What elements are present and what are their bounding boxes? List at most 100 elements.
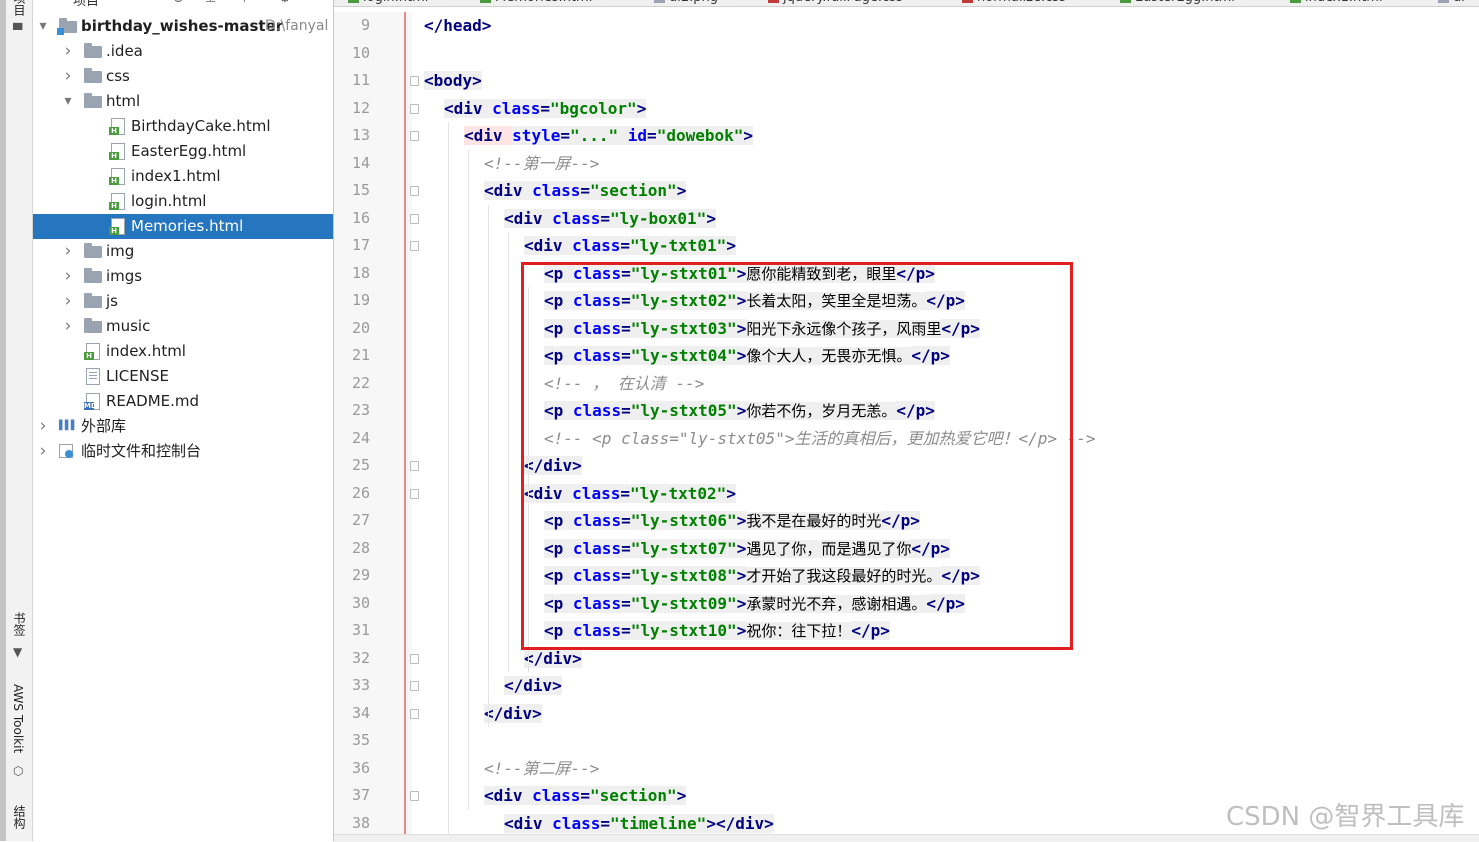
- line-number: 9: [360, 16, 370, 34]
- locate-icon[interactable]: ⊕: [173, 0, 184, 6]
- tree-item[interactable]: H BirthdayCake.html: [33, 114, 333, 139]
- code-token-punc: =: [600, 813, 610, 833]
- tree-item[interactable]: H EasterEgg.html: [33, 139, 333, 164]
- collapse-icon[interactable]: ⊥: [205, 0, 216, 6]
- close-icon[interactable]: ✕: [1241, 0, 1249, 4]
- close-icon[interactable]: ✕: [909, 0, 917, 4]
- editor-tab[interactable]: ui2.png ✕: [654, 0, 732, 6]
- close-icon[interactable]: ✕: [1072, 0, 1080, 4]
- editor-tab[interactable]: jquery.fullPage.css ✕: [768, 0, 917, 6]
- tree-item[interactable]: H Memories.html: [33, 214, 333, 239]
- line-number: 22: [351, 373, 370, 392]
- code-token-tag: >: [636, 98, 647, 118]
- tree-item[interactable]: › css: [33, 64, 333, 89]
- tree-item[interactable]: Hindex1.html: [33, 164, 333, 189]
- tree-item-label: js: [106, 292, 118, 310]
- code-line[interactable]: <div class="section">: [484, 177, 687, 205]
- code-line[interactable]: <div style="..." id="dowebok">: [464, 122, 754, 150]
- tree-item-label: imgs: [106, 267, 143, 285]
- fold-marker-icon[interactable]: [410, 241, 419, 251]
- line-number: 35: [351, 731, 370, 749]
- settings-icon[interactable]: ⚙: [279, 0, 291, 6]
- strip-accent-bar: [0, 0, 6, 841]
- fold-marker-icon[interactable]: [410, 461, 419, 471]
- chevron-down-icon[interactable]: ▾: [37, 14, 49, 39]
- fold-marker-icon[interactable]: [410, 791, 419, 801]
- editor-tab[interactable]: Memories.html ✕: [480, 0, 607, 6]
- tree-item[interactable]: MD README.md: [33, 389, 333, 414]
- project-tool-button[interactable]: 项目: [11, 0, 28, 16]
- aws-toolkit-tool-button[interactable]: AWS Toolkit: [11, 684, 25, 753]
- gutter-separator: [404, 12, 406, 841]
- chevron-right-icon[interactable]: ›: [37, 439, 49, 464]
- folder-icon: [84, 268, 102, 283]
- html-file-icon: H: [109, 168, 125, 185]
- code-line[interactable]: <body>: [424, 67, 482, 95]
- project-title: 项目: [73, 0, 100, 9]
- chevron-right-icon[interactable]: ›: [62, 264, 74, 289]
- bookmarks-tool-button[interactable]: 书签: [11, 612, 28, 636]
- tree-item[interactable]: ▾ html: [33, 89, 333, 114]
- close-icon[interactable]: ✕: [1471, 0, 1479, 4]
- editor-tab[interactable]: EasterEgg.html ✕: [1120, 0, 1249, 6]
- fold-marker-icon[interactable]: [410, 76, 419, 86]
- fold-marker-icon[interactable]: [410, 681, 419, 691]
- chevron-right-icon[interactable]: ›: [62, 39, 74, 64]
- code-line[interactable]: </head>: [424, 12, 491, 40]
- editor-tab[interactable]: login.html ✕: [348, 0, 443, 6]
- close-icon[interactable]: ✕: [598, 0, 606, 4]
- tree-item[interactable]: Hindex.html: [33, 339, 333, 364]
- line-number: 32: [351, 648, 370, 667]
- tree-item[interactable]: LICENSE: [33, 364, 333, 389]
- close-icon[interactable]: ✕: [434, 0, 442, 4]
- tree-item[interactable]: ▾ birthday_wishes-master D:\fanyal: [33, 14, 333, 39]
- tree-item[interactable]: Hlogin.html: [33, 189, 333, 214]
- chevron-right-icon[interactable]: ›: [62, 289, 74, 314]
- chevron-down-icon[interactable]: ▾: [62, 89, 74, 114]
- close-icon[interactable]: ✕: [1389, 0, 1397, 4]
- tree-item-label: EasterEgg.html: [131, 142, 247, 160]
- code-line[interactable]: <div class="bgcolor">: [444, 95, 647, 123]
- fold-marker-icon[interactable]: [410, 186, 419, 196]
- code-line[interactable]: <!--第一屏-->: [484, 150, 599, 178]
- line-number: 15: [351, 181, 370, 199]
- fold-marker-icon[interactable]: [410, 708, 419, 719]
- close-icon[interactable]: ✕: [724, 0, 732, 4]
- fold-marker-icon[interactable]: [410, 213, 419, 224]
- tree-item[interactable]: › imgs: [33, 264, 333, 289]
- tree-item[interactable]: › js: [33, 289, 333, 314]
- code-line[interactable]: </div>: [504, 672, 562, 700]
- code-line[interactable]: <div class="timeline"></div>: [504, 810, 774, 838]
- scratch-badge-icon: [65, 450, 73, 458]
- tool-window-strip: 项目 ▀ 书签 ▼ AWS Toolkit ⬡ 结构: [0, 0, 33, 841]
- editor-tab[interactable]: di ✕: [1438, 0, 1479, 6]
- editor-tab[interactable]: normalize.css ✕: [962, 0, 1080, 6]
- tree-item[interactable]: › 临时文件和控制台: [33, 439, 333, 464]
- editor-tab[interactable]: index1.html ✕: [1290, 0, 1397, 6]
- code-line[interactable]: <div class="ly-txt01">: [524, 232, 736, 260]
- bookmark-icon: ▼: [13, 645, 23, 659]
- chevron-right-icon[interactable]: ›: [37, 414, 49, 439]
- structure-tool-button[interactable]: 结构: [11, 805, 28, 829]
- tree-item[interactable]: › ▌▌▌ 外部库: [33, 414, 333, 439]
- tree-item[interactable]: › music: [33, 314, 333, 339]
- fold-marker-icon[interactable]: [410, 103, 419, 114]
- code-token-val: "dowebok": [656, 126, 744, 145]
- tree-item[interactable]: › img: [33, 239, 333, 264]
- chevron-right-icon[interactable]: ›: [62, 239, 74, 264]
- img-file-icon: [1438, 0, 1449, 3]
- chevron-right-icon[interactable]: ›: [62, 64, 74, 89]
- fold-marker-icon[interactable]: [410, 131, 419, 141]
- line-number: 21: [351, 346, 370, 364]
- fold-marker-icon[interactable]: [410, 653, 419, 664]
- code-line[interactable]: <div class="ly-box01">: [504, 205, 716, 233]
- code-line[interactable]: <!--第二屏-->: [484, 755, 599, 783]
- tree-item-label: img: [106, 242, 135, 260]
- code-line[interactable]: </div>: [484, 700, 542, 728]
- tree-item[interactable]: › .idea: [33, 39, 333, 64]
- indent-guide: [448, 122, 449, 837]
- code-line[interactable]: <div class="section">: [484, 782, 687, 810]
- chevron-right-icon[interactable]: ›: [62, 314, 74, 339]
- expand-icon[interactable]: ⊤: [239, 0, 250, 6]
- fold-marker-icon[interactable]: [410, 488, 419, 499]
